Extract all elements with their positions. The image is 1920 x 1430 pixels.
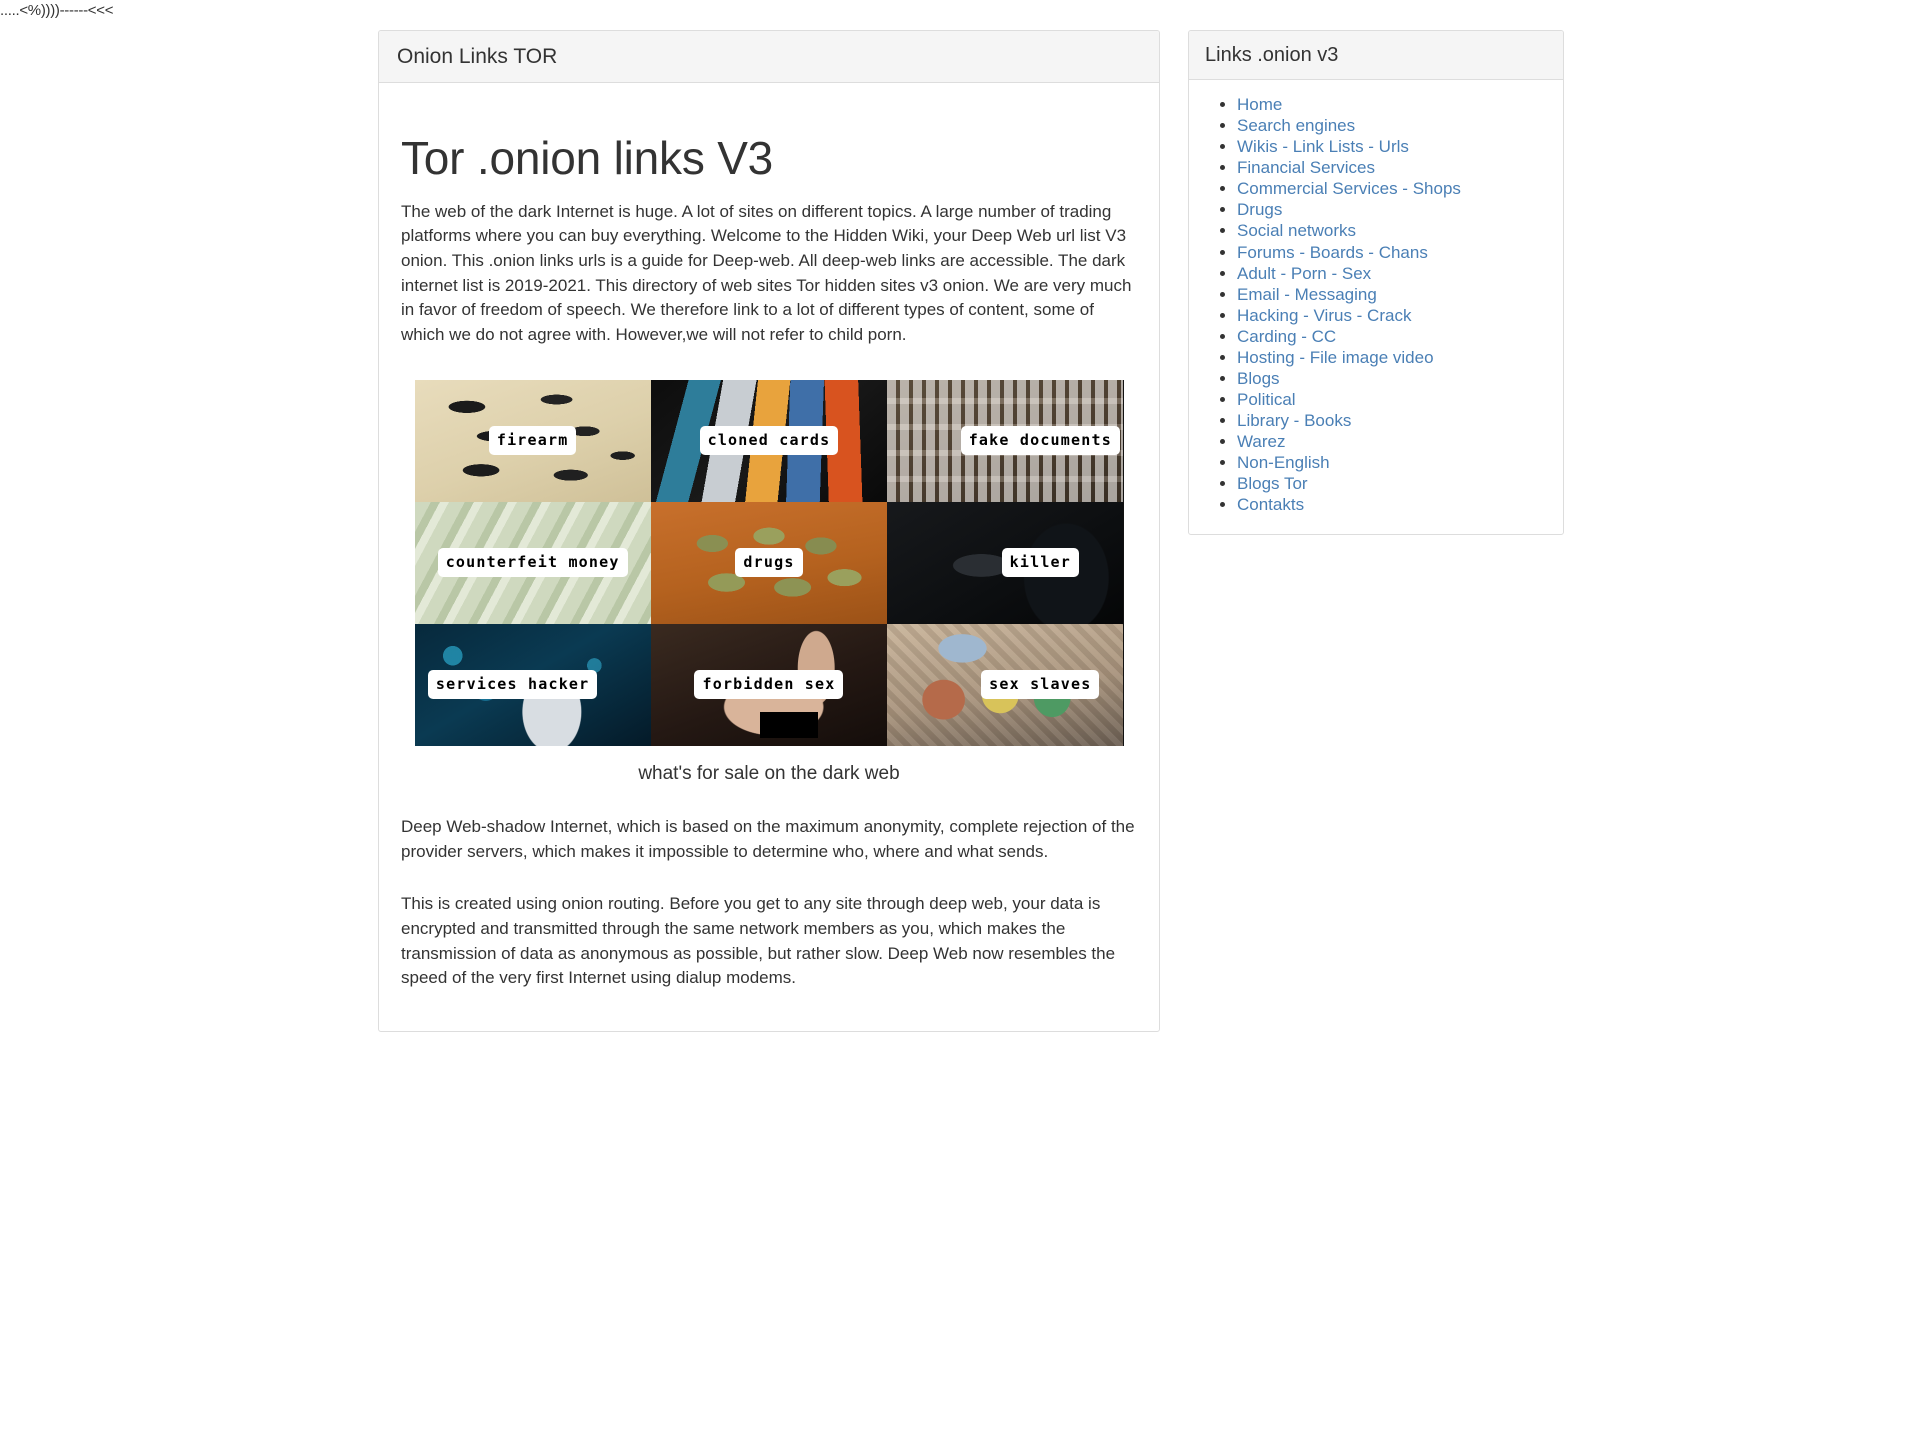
figure-cell-fake-documents: fake documents <box>887 379 1124 502</box>
list-item: Email - Messaging <box>1237 284 1547 305</box>
list-item: Home <box>1237 94 1547 115</box>
sidebar-panel-title: Links .onion v3 <box>1205 44 1339 66</box>
list-item: Warez <box>1237 431 1547 452</box>
sidebar-item-commercial-services-shops[interactable]: Commercial Services - Shops <box>1237 179 1461 198</box>
main-panel-title: Onion Links TOR <box>397 45 558 68</box>
sidebar-item-blogs[interactable]: Blogs <box>1237 369 1280 388</box>
sidebar-item-home[interactable]: Home <box>1237 95 1282 114</box>
sidebar-panel: Links .onion v3 Home Search engines Wiki… <box>1188 30 1564 535</box>
sidebar-column: Links .onion v3 Home Search engines Wiki… <box>1188 30 1564 535</box>
figure-cell-firearm: firearm <box>414 379 651 502</box>
sidebar-item-political[interactable]: Political <box>1237 390 1296 409</box>
figure-cell-services-hacker: services hacker <box>414 623 651 746</box>
list-item: Wikis - Link Lists - Urls <box>1237 136 1547 157</box>
list-item: Contakts <box>1237 494 1547 515</box>
sidebar-item-non-english[interactable]: Non-English <box>1237 453 1330 472</box>
list-item: Blogs <box>1237 368 1547 389</box>
main-panel-heading: Onion Links TOR <box>379 31 1159 84</box>
list-item: Commercial Services - Shops <box>1237 178 1547 199</box>
figure-cell-cloned-cards: cloned cards <box>650 379 888 502</box>
sidebar-item-search-engines[interactable]: Search engines <box>1237 116 1355 135</box>
sidebar-item-contakts[interactable]: Contakts <box>1237 495 1304 514</box>
sidebar-item-social-networks[interactable]: Social networks <box>1237 221 1356 240</box>
figure-cell-label: counterfeit money <box>439 549 626 576</box>
list-item: Adult - Porn - Sex <box>1237 263 1547 284</box>
list-item: Blogs Tor <box>1237 473 1547 494</box>
list-item: Political <box>1237 389 1547 410</box>
figure-cell-label: cloned cards <box>701 427 837 454</box>
intro-paragraph: The web of the dark Internet is huge. A … <box>401 201 1132 344</box>
figure-cell-label: sex slaves <box>983 671 1098 698</box>
list-item: Hacking - Virus - Crack <box>1237 305 1547 326</box>
figure-cell-label: services hacker <box>429 671 596 698</box>
sidebar-item-wikis-link-lists-urls[interactable]: Wikis - Link Lists - Urls <box>1237 137 1409 156</box>
sidebar-item-warez[interactable]: Warez <box>1237 432 1286 451</box>
sidebar-item-drugs[interactable]: Drugs <box>1237 200 1282 219</box>
page-title: Tor .onion links V3 <box>401 132 774 185</box>
figure-caption: what's for sale on the dark web <box>638 762 900 784</box>
sidebar-item-blogs-tor[interactable]: Blogs Tor <box>1237 474 1308 493</box>
list-item: Carding - CC <box>1237 326 1547 347</box>
sidebar-item-library-books[interactable]: Library - Books <box>1237 411 1351 430</box>
figure-cell-label: killer <box>1003 549 1078 576</box>
figure-cell-label: drugs <box>737 549 801 576</box>
sidebar-item-carding-cc[interactable]: Carding - CC <box>1237 327 1336 346</box>
censor-bar <box>759 712 818 739</box>
sidebar-item-financial-services[interactable]: Financial Services <box>1237 158 1375 177</box>
paragraph-onion-routing: This is created using onion routing. Bef… <box>401 894 1116 988</box>
figure-cell-label: firearm <box>490 427 575 454</box>
list-item: Hosting - File image video <box>1237 347 1547 368</box>
ascii-fish-banner: .....<%))))------<<< <box>0 2 114 19</box>
figure-cell-drugs: drugs <box>650 501 888 624</box>
sidebar-item-hacking-virus-crack[interactable]: Hacking - Virus - Crack <box>1237 306 1411 325</box>
sidebar-item-email-messaging[interactable]: Email - Messaging <box>1237 285 1377 304</box>
list-item: Non-English <box>1237 452 1547 473</box>
list-item: Forums - Boards - Chans <box>1237 242 1547 263</box>
figure-cell-forbidden-sex: forbidden sex <box>650 623 888 746</box>
figure-cell-counterfeit-money: counterfeit money <box>414 501 651 624</box>
figure-cell-label: fake documents <box>962 427 1118 454</box>
list-item: Financial Services <box>1237 157 1547 178</box>
dark-web-image-grid: firearm cloned cards fake documents coun… <box>414 379 1124 746</box>
sidebar-link-list: Home Search engines Wikis - Link Lists -… <box>1205 94 1547 516</box>
main-panel-body: Tor .onion links V3 The web of the dark … <box>379 83 1159 1031</box>
figure-cell-killer: killer <box>887 501 1124 624</box>
main-panel: Onion Links TOR Tor .onion links V3 The … <box>378 30 1160 1032</box>
sidebar-item-hosting-file-image-video[interactable]: Hosting - File image video <box>1237 348 1434 367</box>
list-item: Library - Books <box>1237 410 1547 431</box>
page-container: Onion Links TOR Tor .onion links V3 The … <box>0 30 1920 1032</box>
sidebar-item-forums-boards-chans[interactable]: Forums - Boards - Chans <box>1237 243 1428 262</box>
dark-web-figure: firearm cloned cards fake documents coun… <box>401 379 1137 788</box>
list-item: Search engines <box>1237 115 1547 136</box>
sidebar-panel-body: Home Search engines Wikis - Link Lists -… <box>1189 80 1563 534</box>
figure-cell-label: forbidden sex <box>696 671 842 698</box>
sidebar-item-adult-porn-sex[interactable]: Adult - Porn - Sex <box>1237 264 1371 283</box>
list-item: Drugs <box>1237 199 1547 220</box>
list-item: Social networks <box>1237 220 1547 241</box>
paragraph-deep-web-shadow: Deep Web-shadow Internet, which is based… <box>401 817 1135 861</box>
main-content-column: Onion Links TOR Tor .onion links V3 The … <box>378 30 1160 1430</box>
sidebar-panel-heading: Links .onion v3 <box>1189 31 1563 80</box>
figure-cell-sex-slaves: sex slaves <box>887 623 1124 746</box>
